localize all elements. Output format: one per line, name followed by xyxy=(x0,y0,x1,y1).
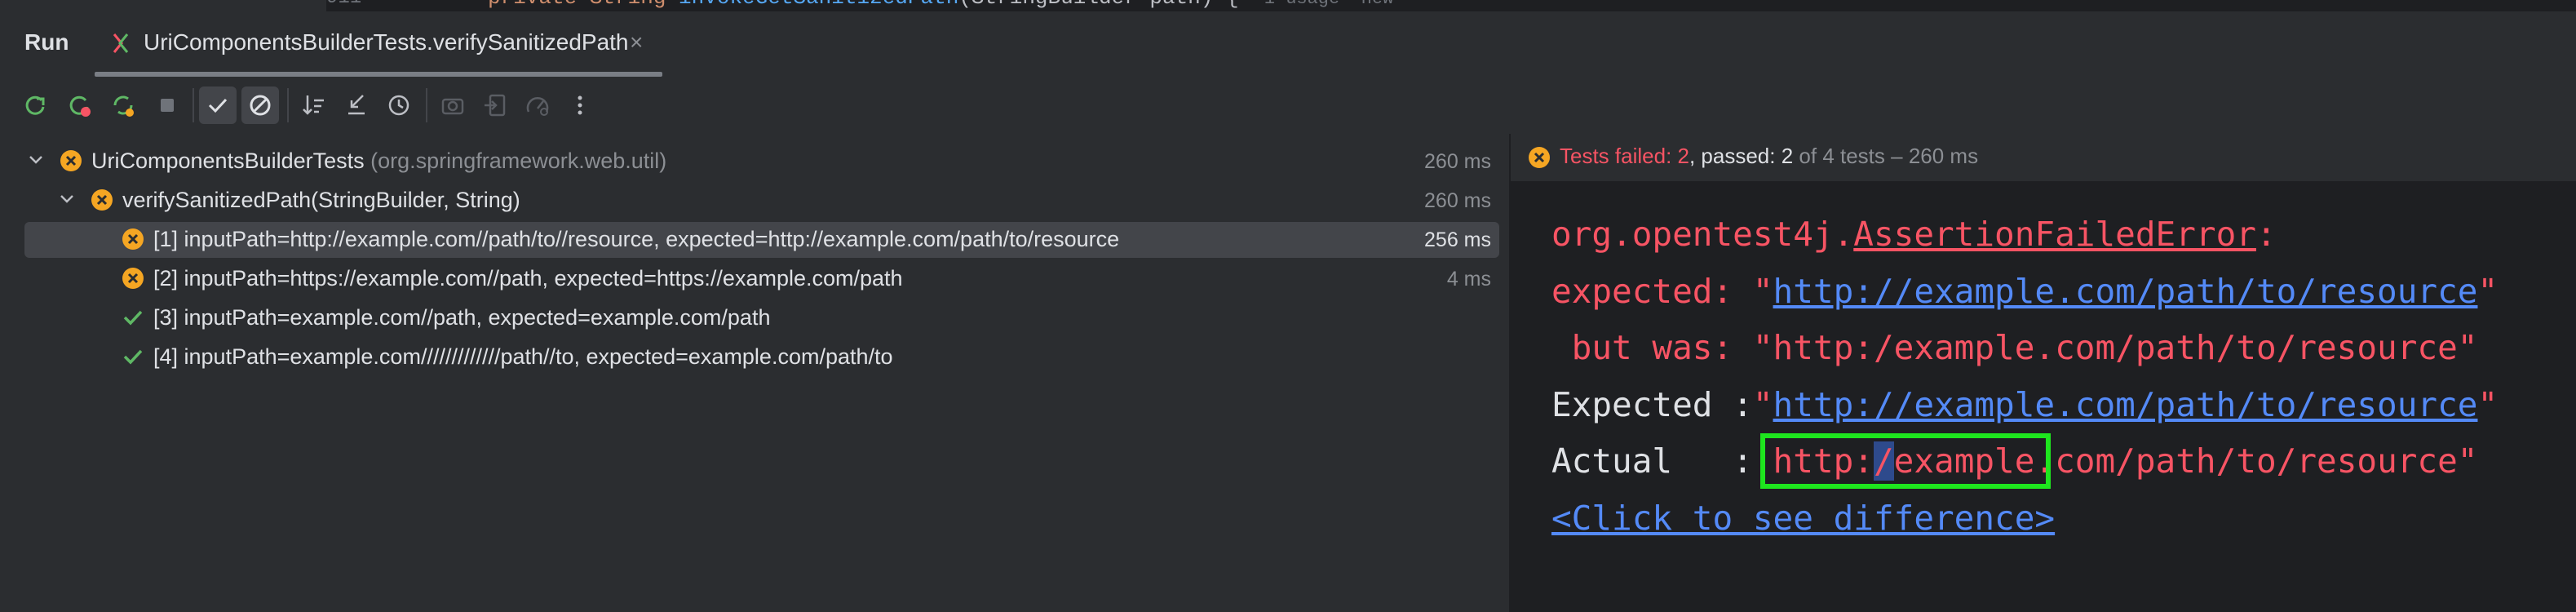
actual-value-end: .com/path/to/resource" xyxy=(2034,441,2478,481)
quote-close: " xyxy=(2477,385,2499,424)
stop-icon[interactable] xyxy=(148,86,186,124)
screenshot-icon[interactable] xyxy=(434,86,471,124)
chevron-down-icon[interactable] xyxy=(26,150,46,170)
run-toolbar xyxy=(0,77,2576,135)
duration: 260 ms xyxy=(1424,189,1491,212)
tests-failed-count: Tests failed: 2 xyxy=(1560,144,1689,168)
console-line-expected: expected: "http://example.com/path/to/re… xyxy=(1551,271,2498,312)
more-icon[interactable] xyxy=(561,86,599,124)
failed-icon xyxy=(122,268,144,289)
test-class-package: (org.springframework.web.util) xyxy=(370,149,667,173)
toolbar-separator xyxy=(426,88,427,122)
failed-icon xyxy=(122,228,144,250)
collapse-icon[interactable] xyxy=(338,86,375,124)
expected-compare-link[interactable]: http://example.com/path/to/resource xyxy=(1773,385,2478,424)
chevron-down-icon[interactable] xyxy=(57,189,77,209)
highlight-annotation-box xyxy=(1760,433,2051,489)
duration: 256 ms xyxy=(1424,228,1491,251)
test-method-name: verifySanitizedPath(StringBuilder, Strin… xyxy=(122,188,520,212)
duration: 4 ms xyxy=(1446,268,1491,290)
exception-colon: : xyxy=(2255,215,2277,254)
failed-icon xyxy=(60,150,82,171)
click-to-see-difference-link[interactable]: <Click to see difference> xyxy=(1551,499,2055,538)
show-passed-icon[interactable] xyxy=(199,86,237,124)
console-line-but-was: but was: "http:/example.com/path/to/reso… xyxy=(1551,327,2478,368)
toolbar-separator xyxy=(193,88,194,122)
sort-icon[interactable] xyxy=(295,86,333,124)
tree-row-case[interactable]: [4] inputPath=example.com/////////////pa… xyxy=(24,339,1499,375)
editor-code-strip: 911 private String invokeGetSanitizedPat… xyxy=(0,0,2576,11)
close-icon[interactable]: × xyxy=(630,29,643,55)
export-icon[interactable] xyxy=(519,86,556,124)
test-output-console[interactable]: Tests failed: 2, passed: 2 of 4 tests – … xyxy=(1511,134,2576,612)
duration: 260 ms xyxy=(1424,150,1491,173)
test-summary-bar: Tests failed: 2, passed: 2 of 4 tests – … xyxy=(1511,134,2576,181)
passed-icon xyxy=(123,310,143,326)
tree-row-case[interactable]: [1] inputPath=http://example.com//path/t… xyxy=(24,222,1499,258)
test-case-label: [4] inputPath=example.com/////////////pa… xyxy=(153,344,893,369)
tests-passed-count: , passed: 2 xyxy=(1689,144,1794,168)
usage-hint[interactable]: 1 usage new xyxy=(1264,0,1393,9)
show-ignored-icon[interactable] xyxy=(241,86,279,124)
code-suffix: (StringBuilder path) { xyxy=(958,0,1238,10)
but-was-label: but was: xyxy=(1551,328,1753,367)
toggle-auto-test-icon[interactable] xyxy=(104,86,142,124)
console-line-diff: <Click to see difference> xyxy=(1551,498,2055,539)
exception-class-link[interactable]: AssertionFailedError xyxy=(1853,215,2256,254)
test-case-label: [2] inputPath=https://example.com//path,… xyxy=(153,266,903,290)
run-tool-window-header: Run UriComponentsBuilderTests.verifySani… xyxy=(0,11,2576,78)
rerun-icon[interactable] xyxy=(16,86,54,124)
line-number: 911 xyxy=(326,0,361,9)
history-icon[interactable] xyxy=(380,86,418,124)
test-case-label: [1] inputPath=http://example.com//path/t… xyxy=(153,227,1120,251)
test-case-label: [3] inputPath=example.com//path, expecte… xyxy=(153,305,771,330)
code-line: private String invokeGetSanitizedPath(St… xyxy=(488,0,1393,10)
tree-row-root[interactable]: UriComponentsBuilderTests (org.springfra… xyxy=(24,144,1499,180)
import-icon[interactable] xyxy=(476,86,514,124)
run-tab-label: UriComponentsBuilderTests.verifySanitize… xyxy=(144,29,629,55)
toolbar-separator xyxy=(287,88,289,122)
expected-label: expected: xyxy=(1551,272,1753,311)
exception-package: org.opentest4j. xyxy=(1551,215,1854,254)
test-results-tree: UriComponentsBuilderTests (org.springfra… xyxy=(0,134,1511,612)
passed-icon xyxy=(123,349,143,365)
actual-label: Actual : xyxy=(1551,441,1753,481)
console-line-exception: org.opentest4j.AssertionFailedError: xyxy=(1551,214,2277,255)
failed-icon xyxy=(1529,147,1550,168)
failed-icon xyxy=(91,189,113,211)
quote-open: " xyxy=(1752,272,1773,311)
tree-row-method[interactable]: verifySanitizedPath(StringBuilder, Strin… xyxy=(24,183,1499,219)
test-class-icon xyxy=(113,33,129,53)
code-function: invokeGetSanitizedPath xyxy=(679,0,958,10)
expected-url-link[interactable]: http://example.com/path/to/resource xyxy=(1773,272,2478,311)
test-class-name: UriComponentsBuilderTests xyxy=(91,149,365,173)
tree-row-case[interactable]: [3] inputPath=example.com//path, expecte… xyxy=(24,300,1499,336)
editor-gutter xyxy=(0,0,326,11)
quote-close: " xyxy=(2477,272,2499,311)
but-was-value: "http:/example.com/path/to/resource" xyxy=(1752,328,2478,367)
run-tab[interactable]: UriComponentsBuilderTests.verifySanitize… xyxy=(95,11,662,77)
tree-row-case[interactable]: [2] inputPath=https://example.com//path,… xyxy=(24,261,1499,297)
tests-total-summary: of 4 tests – 260 ms xyxy=(1793,144,1979,168)
code-prefix: private String xyxy=(488,0,679,10)
quote-open: " xyxy=(1752,385,1773,424)
console-line-expected-compare: Expected :"http://example.com/path/to/re… xyxy=(1551,384,2498,425)
expected-compare-label: Expected : xyxy=(1551,385,1753,424)
run-label: Run xyxy=(24,29,69,55)
rerun-failed-icon[interactable] xyxy=(60,86,98,124)
